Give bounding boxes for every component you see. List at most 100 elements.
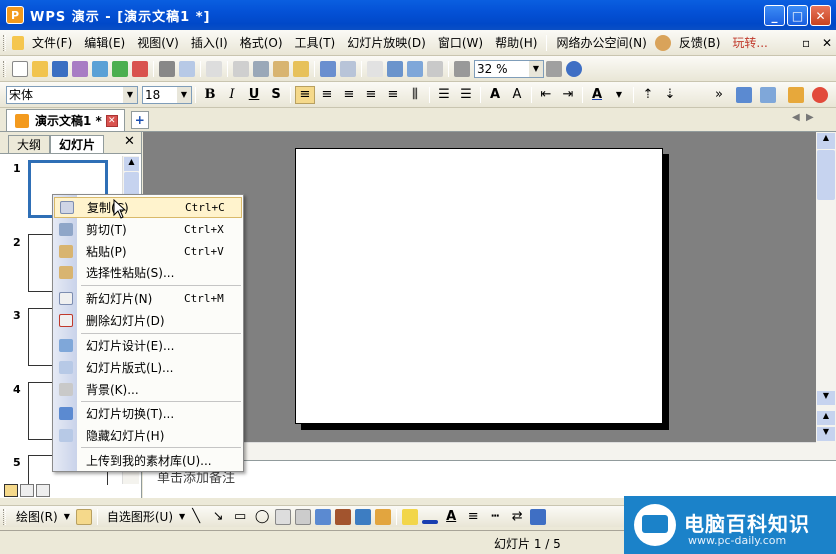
menu-network-office[interactable]: 网络办公空间(N) bbox=[550, 34, 652, 51]
scroll-up-icon[interactable]: ▲ bbox=[124, 157, 139, 171]
text-color-icon[interactable]: A bbox=[441, 508, 461, 526]
menu-item-paste-special[interactable]: 选择性粘贴(S)... bbox=[54, 262, 242, 283]
menu-item-slide-transition[interactable]: 幻灯片切换(T)... bbox=[54, 403, 242, 424]
vertical-textbox-icon[interactable] bbox=[295, 508, 312, 525]
close-tab-icon[interactable]: ✕ bbox=[105, 114, 118, 127]
traditional-chinese-icon[interactable] bbox=[206, 60, 222, 77]
current-slide[interactable] bbox=[295, 148, 663, 424]
animation-icon[interactable] bbox=[812, 86, 828, 103]
chevron-down-icon[interactable]: ▼ bbox=[609, 86, 629, 104]
layout-icon[interactable] bbox=[760, 86, 776, 103]
email-icon[interactable] bbox=[92, 60, 108, 77]
picture-icon[interactable] bbox=[375, 508, 392, 525]
maximize-button[interactable]: □ bbox=[787, 5, 808, 26]
chevron-down-icon[interactable]: ▼ bbox=[177, 86, 191, 103]
menu-window[interactable]: 窗口(W) bbox=[432, 34, 489, 51]
minimize-button[interactable]: _ bbox=[764, 5, 785, 26]
chevron-down-icon[interactable]: ▼ bbox=[179, 512, 185, 521]
format-painter-icon[interactable] bbox=[293, 60, 309, 77]
close-button[interactable]: ✕ bbox=[810, 5, 831, 26]
menu-tools[interactable]: 工具(T) bbox=[289, 34, 342, 51]
formula-icon[interactable] bbox=[367, 60, 383, 77]
diagram-icon[interactable] bbox=[335, 508, 352, 525]
sorter-view-icon[interactable] bbox=[20, 484, 34, 497]
align-left-icon[interactable]: ≡ bbox=[295, 85, 315, 104]
distribute-icon[interactable]: ≡ bbox=[383, 86, 403, 104]
tab-outline[interactable]: 大纲 bbox=[8, 135, 51, 153]
design-icon[interactable] bbox=[788, 86, 804, 103]
print-icon[interactable] bbox=[159, 60, 175, 77]
document-tab[interactable]: 演示文稿1 * ✕ bbox=[6, 109, 125, 131]
menu-help[interactable]: 帮助(H) bbox=[489, 34, 543, 51]
autoshapes-button[interactable]: 自选图形(U) bbox=[101, 508, 179, 525]
find-icon[interactable] bbox=[546, 60, 562, 77]
arrow-style-icon[interactable]: ⇄ bbox=[507, 508, 527, 526]
pdf-export-icon[interactable] bbox=[132, 60, 148, 77]
wps-app-icon[interactable]: P bbox=[6, 6, 24, 24]
copy-icon[interactable] bbox=[233, 60, 249, 77]
align-right-icon[interactable]: ≡ bbox=[339, 86, 359, 104]
chevron-down-icon[interactable]: ▼ bbox=[529, 60, 543, 77]
line-color-icon[interactable] bbox=[422, 519, 439, 524]
shadow-button[interactable]: S bbox=[266, 86, 286, 104]
decrease-font-icon[interactable]: A bbox=[507, 86, 527, 104]
decrease-indent-icon[interactable]: ⇤ bbox=[536, 86, 556, 104]
toolbar-grip[interactable] bbox=[3, 60, 6, 77]
numbering-icon[interactable]: ☰ bbox=[434, 86, 454, 104]
underline-button[interactable]: U bbox=[244, 86, 264, 104]
export-icon[interactable] bbox=[112, 60, 128, 77]
shadow-style-icon[interactable] bbox=[530, 508, 547, 525]
new-document-icon[interactable] bbox=[12, 60, 28, 77]
font-color-icon[interactable]: A bbox=[587, 86, 607, 104]
textbox-icon[interactable] bbox=[275, 508, 292, 525]
draw-menu-button[interactable]: 绘图(R) bbox=[10, 508, 64, 525]
menu-slideshow[interactable]: 幻灯片放映(D) bbox=[341, 34, 432, 51]
open-folder-icon[interactable] bbox=[32, 60, 48, 77]
restore-doc-button[interactable]: ▫ bbox=[796, 36, 816, 50]
align-center-icon[interactable]: ≡ bbox=[317, 86, 337, 104]
cut-icon[interactable] bbox=[253, 60, 269, 77]
chart-icon[interactable] bbox=[387, 60, 403, 77]
toolbar-grip[interactable] bbox=[3, 34, 6, 51]
menu-item-background[interactable]: 背景(K)... bbox=[54, 379, 242, 400]
zoom-combo[interactable]: 32 % ▼ bbox=[474, 59, 544, 78]
close-doc-button[interactable]: ✕ bbox=[816, 36, 836, 50]
menu-item-slide-design[interactable]: 幻灯片设计(E)... bbox=[54, 335, 242, 356]
select-pointer-icon[interactable] bbox=[75, 508, 92, 525]
tab-scroll-right-icon[interactable]: ▶ bbox=[806, 112, 814, 123]
chevron-down-icon[interactable]: ▼ bbox=[123, 86, 137, 103]
bullets-icon[interactable]: ☰ bbox=[456, 86, 476, 104]
object-icon[interactable] bbox=[427, 60, 443, 77]
wordart-icon[interactable] bbox=[315, 508, 332, 525]
menu-item-upload-material[interactable]: 上传到我的素材库(U)... bbox=[54, 450, 242, 471]
menu-format[interactable]: 格式(O) bbox=[234, 34, 289, 51]
next-slide-icon[interactable]: ▼ bbox=[817, 427, 835, 441]
increase-indent-icon[interactable]: ⇥ bbox=[558, 86, 578, 104]
print-preview-icon[interactable] bbox=[72, 60, 88, 77]
slideshow-view-icon[interactable] bbox=[36, 484, 50, 497]
tab-slides[interactable]: 幻灯片 bbox=[50, 135, 105, 153]
menu-item-cut[interactable]: 剪切(T) Ctrl+X bbox=[54, 219, 242, 240]
save-icon[interactable] bbox=[52, 60, 68, 77]
previous-slide-icon[interactable]: ▲ bbox=[817, 411, 835, 425]
toolbar-overflow-icon[interactable]: » bbox=[709, 86, 729, 104]
column-icon[interactable]: ⫼ bbox=[405, 86, 425, 104]
paste-icon[interactable] bbox=[273, 60, 289, 77]
font-family-combo[interactable]: 宋体 ▼ bbox=[6, 85, 138, 104]
tab-scroll-left-icon[interactable]: ◀ bbox=[792, 112, 800, 123]
chevron-down-icon[interactable]: ▼ bbox=[64, 512, 70, 521]
grid-icon[interactable] bbox=[454, 60, 470, 77]
undo-icon[interactable] bbox=[320, 60, 336, 77]
font-size-combo[interactable]: 18 ▼ bbox=[142, 85, 192, 104]
menu-insert[interactable]: 插入(I) bbox=[185, 34, 234, 51]
preview-icon[interactable] bbox=[179, 60, 195, 77]
scroll-up-icon[interactable]: ▲ bbox=[817, 133, 835, 149]
dash-style-icon[interactable]: ┅ bbox=[485, 508, 505, 526]
scroll-down-icon[interactable]: ▼ bbox=[817, 391, 835, 405]
arrow-icon[interactable]: ↘ bbox=[208, 508, 228, 526]
normal-view-icon[interactable] bbox=[4, 484, 18, 497]
menu-item-delete-slide[interactable]: 删除幻灯片(D) bbox=[54, 310, 242, 331]
clipart-icon[interactable] bbox=[355, 508, 372, 525]
scrollbar-thumb[interactable] bbox=[817, 150, 835, 200]
toolbar-grip[interactable] bbox=[3, 508, 6, 525]
